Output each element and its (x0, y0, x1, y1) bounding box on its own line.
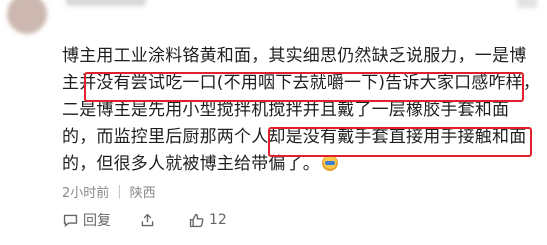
comment-card: 博主用工业涂料铬黄和面，其实细思仍然缺乏说服力，一是博 主并没有尝试吃一口(不用… (0, 0, 547, 245)
comment-line-text: 的，但很多人就被博主给带偏了。 (62, 154, 320, 174)
thumbs-up-icon (189, 213, 204, 227)
highlight-box-2 (268, 127, 532, 157)
share-icon (141, 213, 154, 226)
like-count: 12 (209, 212, 227, 228)
comment-line: 博主用工业涂料铬黄和面，其实细思仍然缺乏说服力，一是博 (62, 46, 527, 66)
avatar[interactable] (7, 0, 47, 34)
top-right-blurred (517, 0, 537, 8)
comment-location: 陕西 (129, 186, 156, 201)
share-button[interactable] (139, 212, 160, 229)
meta-separator: | (117, 184, 122, 199)
face-with-tears-emoji-icon (322, 155, 338, 171)
comment-actions: 回复 12 (62, 208, 532, 232)
comment-meta: 2小时前 | 陕西 (62, 182, 156, 201)
like-button[interactable]: 12 (188, 212, 227, 229)
reply-icon (63, 214, 78, 227)
comment-text: 博主用工业涂料铬黄和面，其实细思仍然缺乏说服力，一是博 主并没有尝试吃一口(不用… (62, 43, 540, 178)
username-blurred[interactable] (66, 0, 146, 6)
highlight-box-1 (84, 72, 524, 102)
reply-label: 回复 (83, 213, 111, 229)
comment-time: 2小时前 (62, 186, 110, 201)
reply-button[interactable]: 回复 (62, 210, 111, 230)
